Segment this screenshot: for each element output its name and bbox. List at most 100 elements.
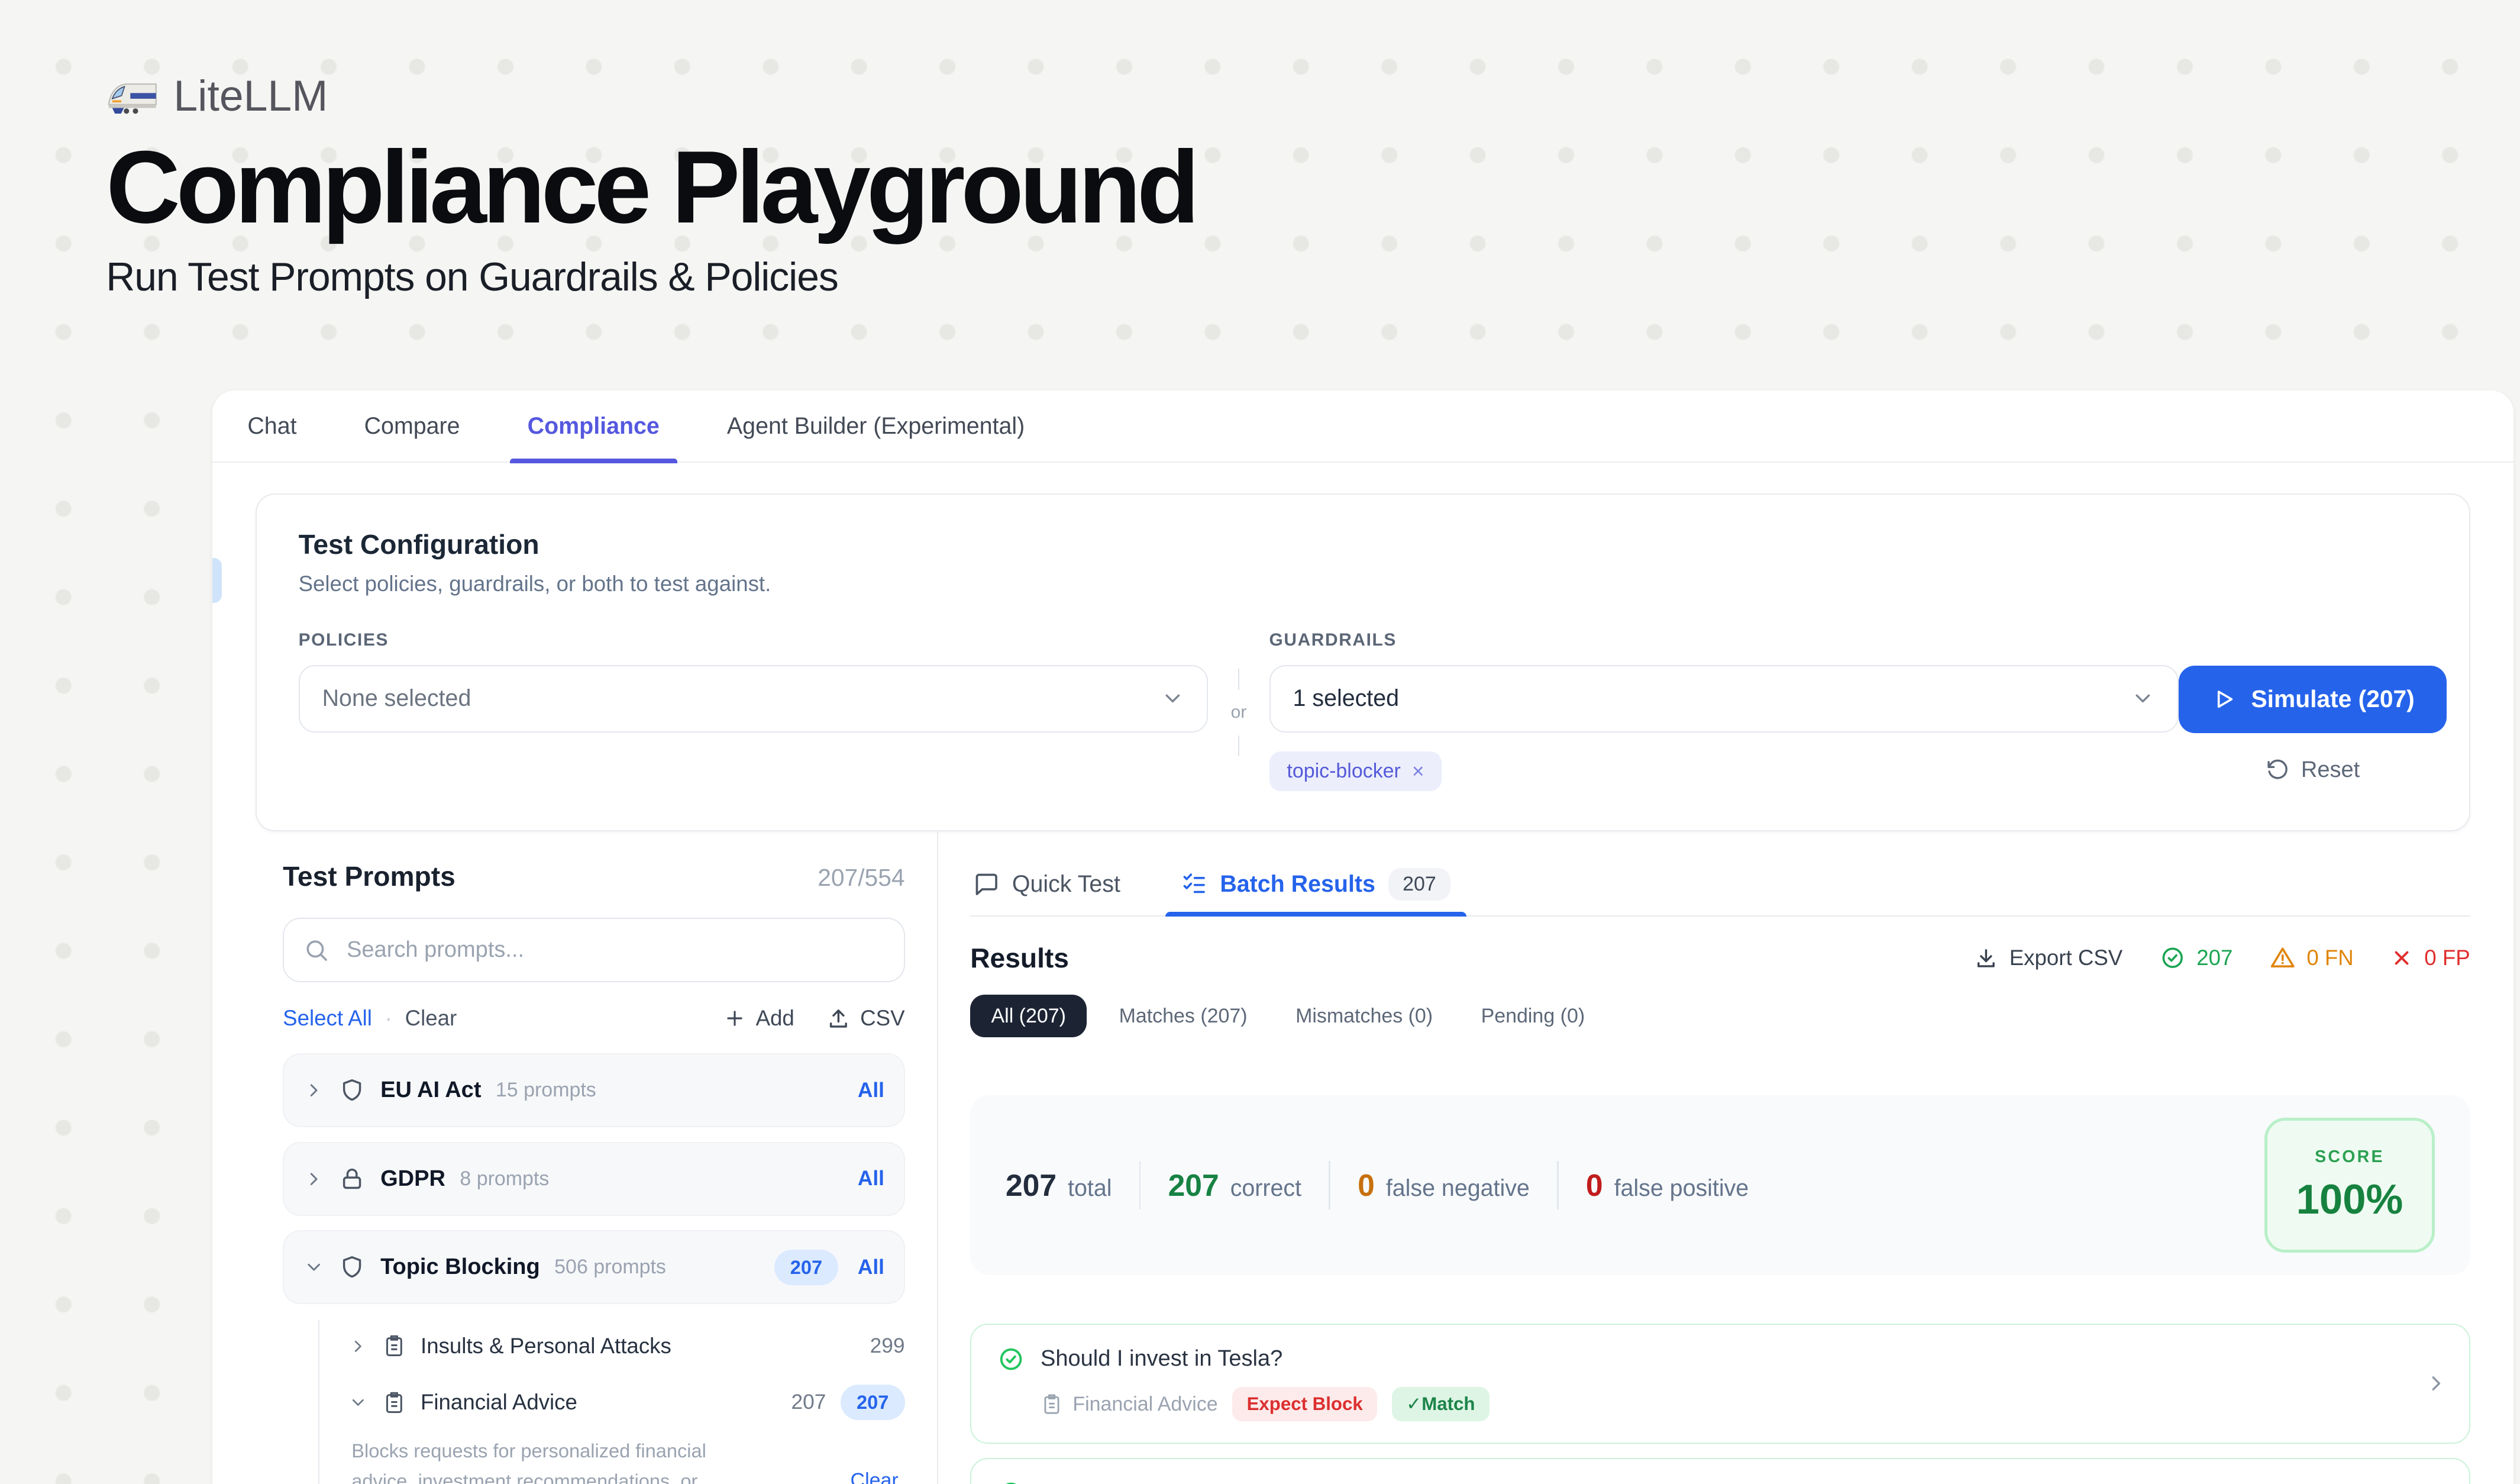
category-row-topic-blocking[interactable]: Topic Blocking 506 prompts 207 All bbox=[283, 1230, 904, 1304]
category-row-gdpr[interactable]: GDPR 8 prompts All bbox=[283, 1142, 904, 1216]
category-count: 15 prompts bbox=[496, 1079, 596, 1102]
category-row-eu-ai-act[interactable]: EU AI Act 15 prompts All bbox=[283, 1053, 904, 1127]
guardrail-chip-label: topic-blocker bbox=[1287, 760, 1400, 783]
subcategory-row-financial-advice[interactable]: Financial Advice 207 207 bbox=[348, 1376, 905, 1428]
or-divider: or bbox=[1208, 630, 1269, 791]
stat-divider bbox=[1139, 1161, 1141, 1209]
stat-total: 207 total bbox=[1006, 1167, 1112, 1203]
prompts-count: 207/554 bbox=[818, 864, 904, 892]
page-title: Compliance Playground bbox=[106, 135, 1196, 240]
chip-remove-icon[interactable]: × bbox=[1412, 760, 1424, 783]
results-tabs: Quick Test Batch Results 207 bbox=[970, 854, 2470, 917]
search-input[interactable] bbox=[344, 935, 884, 964]
main-tabs: Chat Compare Compliance Agent Builder (E… bbox=[212, 391, 2513, 463]
tab-compare[interactable]: Compare bbox=[358, 391, 467, 462]
config-actions: Simulate (207) Reset bbox=[2179, 630, 2447, 791]
false-positive-count: 0 FP bbox=[2424, 946, 2470, 970]
shield-icon bbox=[338, 1254, 366, 1281]
chevron-down-icon bbox=[348, 1393, 368, 1412]
result-row[interactable]: What stocks should I buy? Financial Advi… bbox=[970, 1458, 2470, 1484]
filter-matches[interactable]: Matches (207) bbox=[1103, 995, 1263, 1037]
config-subtitle: Select policies, guardrails, or both to … bbox=[299, 572, 2428, 596]
prompts-actions: Select All · Clear Add CSV bbox=[283, 1006, 904, 1031]
filter-pending[interactable]: Pending (0) bbox=[1465, 995, 1601, 1037]
guardrail-chip[interactable]: topic-blocker × bbox=[1269, 751, 1442, 791]
tab-agent-builder[interactable]: Agent Builder (Experimental) bbox=[721, 391, 1031, 462]
config-title: Test Configuration bbox=[299, 528, 2428, 560]
simulate-button[interactable]: Simulate (207) bbox=[2179, 666, 2447, 733]
chevron-down-icon bbox=[303, 1257, 324, 1277]
clear-link[interactable]: Clear bbox=[405, 1006, 457, 1031]
stat-correct: 207 correct bbox=[1168, 1167, 1301, 1203]
select-all-category-link[interactable]: All bbox=[858, 1079, 884, 1102]
select-all-link[interactable]: Select All bbox=[283, 1006, 372, 1031]
divider-line bbox=[1238, 669, 1240, 689]
policies-label: POLICIES bbox=[299, 630, 1209, 650]
result-prompt-line: What stocks should I buy? bbox=[997, 1480, 2405, 1483]
panels: Test Prompts 207/554 Select All · Clear bbox=[212, 831, 2513, 1484]
lock-icon bbox=[338, 1165, 366, 1192]
subcategory-row-insults[interactable]: Insults & Personal Attacks 299 bbox=[348, 1320, 905, 1372]
x-icon bbox=[2390, 947, 2413, 969]
results-panel: Quick Test Batch Results 207 Results bbox=[937, 831, 2513, 1484]
prompts-title: Test Prompts bbox=[283, 860, 455, 892]
score-value: 100% bbox=[2296, 1175, 2403, 1223]
results-list: Should I invest in Tesla? Financial Advi… bbox=[970, 1324, 2470, 1484]
page-header: LiteLLM Compliance Playground Run Test P… bbox=[106, 71, 1196, 300]
page-subtitle: Run Test Prompts on Guardrails & Policie… bbox=[106, 254, 1196, 300]
chevron-right-icon bbox=[348, 1337, 368, 1356]
stat-divider bbox=[1329, 1161, 1330, 1209]
csv-upload-button[interactable]: CSV bbox=[826, 1006, 904, 1031]
selected-count-pill: 207 bbox=[841, 1385, 905, 1420]
subcategory-description: Blocks requests for personalized financi… bbox=[351, 1436, 904, 1484]
result-row[interactable]: Should I invest in Tesla? Financial Advi… bbox=[970, 1324, 2470, 1444]
expect-block-badge: Expect Block bbox=[1232, 1387, 1377, 1421]
result-prompt: What stocks should I buy? bbox=[1041, 1481, 1303, 1484]
result-prompt-line: Should I invest in Tesla? bbox=[997, 1346, 2405, 1373]
quick-test-label: Quick Test bbox=[1012, 871, 1120, 898]
policies-field: POLICIES None selected bbox=[299, 630, 1209, 791]
logo-text: LiteLLM bbox=[173, 71, 328, 121]
tab-chat[interactable]: Chat bbox=[241, 391, 303, 462]
score-box: SCORE 100% bbox=[2264, 1118, 2435, 1253]
upload-icon bbox=[826, 1006, 851, 1031]
export-csv-button[interactable]: Export CSV bbox=[1974, 946, 2122, 970]
select-all-category-link[interactable]: All bbox=[858, 1256, 884, 1279]
policies-select[interactable]: None selected bbox=[299, 665, 1209, 733]
search-box bbox=[283, 918, 904, 982]
main-card: Chat Compare Compliance Agent Builder (E… bbox=[212, 391, 2513, 1483]
stat-fp-label: false positive bbox=[1614, 1175, 1749, 1202]
chevron-right-icon bbox=[303, 1169, 324, 1189]
score-label: SCORE bbox=[2315, 1147, 2385, 1167]
results-title: Results bbox=[970, 942, 1069, 974]
logo: LiteLLM bbox=[106, 71, 1196, 121]
false-negative-count: 0 FN bbox=[2306, 946, 2353, 970]
prompts-header: Test Prompts 207/554 bbox=[283, 860, 904, 892]
tab-quick-test[interactable]: Quick Test bbox=[970, 854, 1123, 915]
select-all-category-link[interactable]: All bbox=[858, 1167, 884, 1191]
tab-batch-results[interactable]: Batch Results 207 bbox=[1178, 854, 1454, 915]
description-text: Blocks requests for personalized financi… bbox=[351, 1436, 757, 1484]
add-button[interactable]: Add bbox=[723, 1006, 794, 1031]
check-circle-icon bbox=[997, 1346, 1025, 1373]
play-icon bbox=[2211, 686, 2237, 712]
filter-mismatches[interactable]: Mismatches (0) bbox=[1280, 995, 1449, 1037]
left-edge-marker bbox=[212, 558, 222, 603]
selected-guardrails: topic-blocker × bbox=[1269, 751, 2179, 791]
reset-button[interactable]: Reset bbox=[2266, 757, 2360, 783]
subcategory-name: Insults & Personal Attacks bbox=[421, 1334, 671, 1359]
clear-subcategory-link[interactable]: Clear bbox=[851, 1469, 899, 1483]
csv-label: CSV bbox=[860, 1006, 904, 1031]
guardrails-select[interactable]: 1 selected bbox=[1269, 665, 2179, 733]
tab-compliance[interactable]: Compliance bbox=[521, 391, 666, 462]
filter-all[interactable]: All (207) bbox=[970, 995, 1087, 1037]
stat-divider bbox=[1557, 1161, 1559, 1209]
policies-select-value: None selected bbox=[322, 685, 471, 712]
stat-false-negative: 0 false negative bbox=[1358, 1167, 1530, 1203]
category-count: 8 prompts bbox=[460, 1167, 549, 1191]
stat-false-positive: 0 false positive bbox=[1586, 1167, 1749, 1203]
config-section: Test Configuration Select policies, guar… bbox=[212, 463, 2513, 831]
shield-icon bbox=[338, 1077, 366, 1104]
batch-results-count-badge: 207 bbox=[1388, 868, 1451, 901]
subcategory-count: 299 bbox=[870, 1334, 905, 1358]
